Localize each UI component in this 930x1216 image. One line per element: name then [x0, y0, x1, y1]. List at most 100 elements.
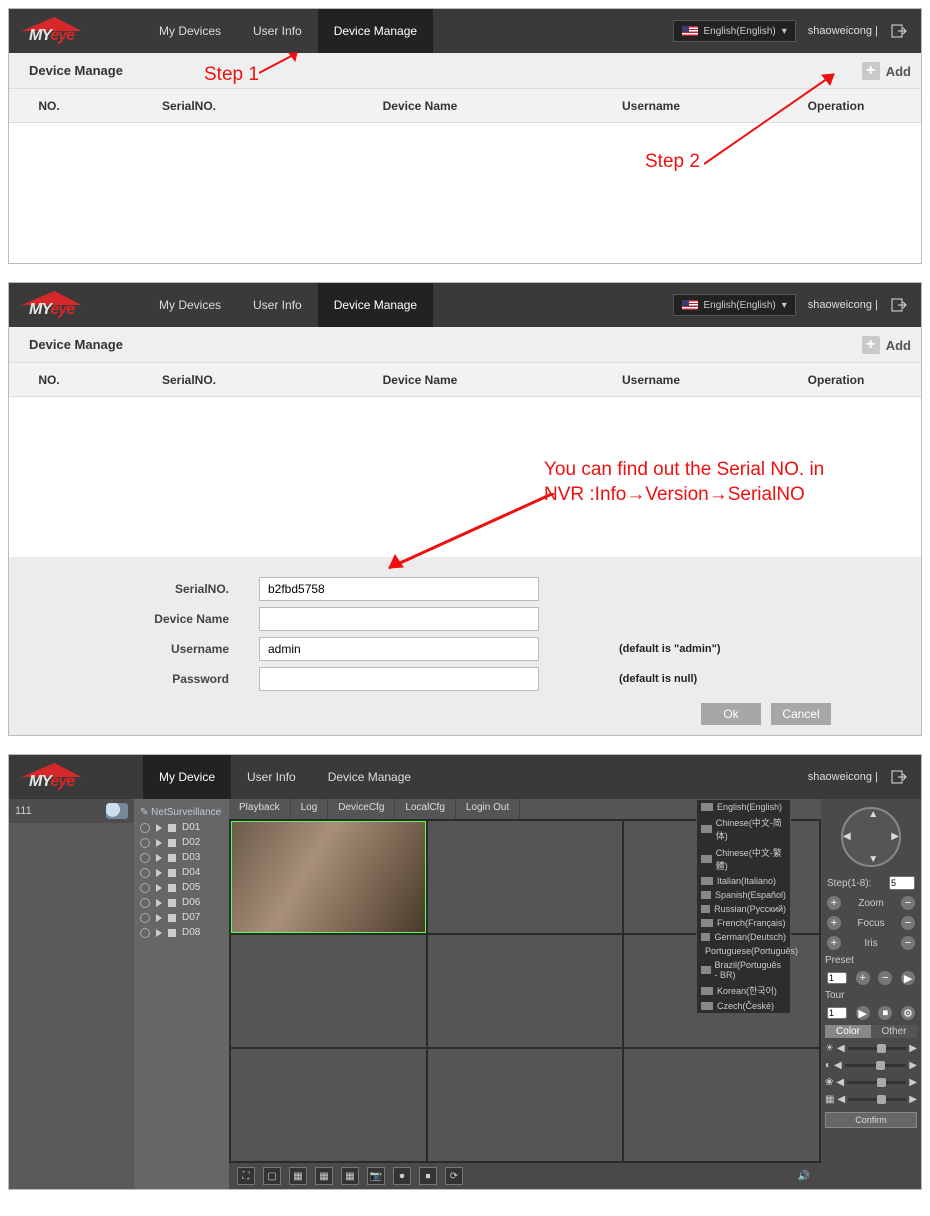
video-cell[interactable]	[624, 1049, 819, 1161]
label-username: Username	[9, 642, 259, 656]
layout-4-icon[interactable]: ▦	[289, 1167, 307, 1185]
record-all-icon[interactable]: ⏺	[393, 1167, 411, 1185]
nav-my-device[interactable]: My Device	[143, 755, 231, 799]
brand-logo: MYeye	[23, 291, 133, 319]
language-dropdown[interactable]: English(English) Chinese(中文-简体) Chinese(…	[696, 799, 791, 1014]
tab-other[interactable]: Other	[871, 1025, 917, 1038]
video-cell[interactable]	[231, 935, 426, 1047]
logout-icon[interactable]	[891, 298, 907, 312]
lang-item: Portuguese(Português)	[697, 944, 790, 958]
cancel-button[interactable]: Cancel	[771, 703, 831, 725]
netsurveillance-label: ✎ NetSurveillance	[140, 805, 223, 820]
lang-item: Chinese(中文-简体)	[697, 814, 790, 844]
tab-logout[interactable]: Login Out	[456, 799, 520, 819]
tab-localcfg[interactable]: LocalCfg	[395, 799, 455, 819]
tab-devicecfg[interactable]: DeviceCfg	[328, 799, 395, 819]
channel-row[interactable]: D02	[140, 835, 223, 850]
snapshot-icon[interactable]: 📷	[367, 1167, 385, 1185]
ok-button[interactable]: Ok	[701, 703, 761, 725]
flag-us-icon	[682, 300, 698, 310]
logout-icon[interactable]	[891, 770, 907, 784]
channel-row[interactable]: D08	[140, 925, 223, 940]
tab-color[interactable]: Color	[825, 1025, 871, 1038]
brightness-slider[interactable]: ☀◀▶	[825, 1042, 917, 1055]
language-label: English(English)	[704, 26, 776, 37]
language-selector[interactable]: English(English) ▾	[673, 294, 796, 316]
lang-item: Brazil(Português - BR)	[697, 958, 790, 982]
zoom-in-button[interactable]: +	[827, 896, 841, 910]
arrow-step2-icon	[704, 69, 854, 169]
layout-16-icon[interactable]: ▦	[341, 1167, 359, 1185]
bottom-toolbar: ⛶ ▢ ▦ ▦ ▦ 📷 ⏺ ⏹ ⟳ 🔊	[229, 1163, 821, 1189]
channel-row[interactable]: D05	[140, 880, 223, 895]
devicename-input[interactable]	[259, 607, 539, 631]
lang-item: German(Deutsch)	[697, 930, 790, 944]
hue-slider[interactable]: ▦◀▶	[825, 1093, 917, 1106]
layout-9-icon[interactable]: ▦	[315, 1167, 333, 1185]
channel-row[interactable]: D04	[140, 865, 223, 880]
plus-icon: +	[862, 336, 880, 354]
label-devicename: Device Name	[9, 612, 259, 626]
label-serial: SerialNO.	[9, 582, 259, 596]
preset-input[interactable]	[827, 972, 847, 984]
focus-out-button[interactable]: −	[901, 916, 915, 930]
saturation-slider[interactable]: ❀◀▶	[825, 1076, 917, 1089]
refresh-icon[interactable]: ⟳	[445, 1167, 463, 1185]
zoom-out-button[interactable]: −	[901, 896, 915, 910]
confirm-button[interactable]: Confirm	[825, 1112, 917, 1128]
lang-item: Czech(České)	[697, 999, 790, 1013]
tab-log[interactable]: Log	[291, 799, 329, 819]
add-button[interactable]: + Add	[862, 331, 911, 359]
table-header: NO. SerialNO. Device Name Username Opera…	[9, 363, 921, 397]
video-cell[interactable]	[231, 1049, 426, 1161]
username-input[interactable]	[259, 637, 539, 661]
channel-list: ✎ NetSurveillance D01 D02 D03 D04 D05 D0…	[134, 799, 229, 1189]
channel-row[interactable]: D01	[140, 820, 223, 835]
iris-close-button[interactable]: −	[901, 936, 915, 950]
channel-row[interactable]: D07	[140, 910, 223, 925]
nav-user-info[interactable]: User Info	[231, 755, 312, 799]
fullscreen-icon[interactable]: ⛶	[237, 1167, 255, 1185]
ptz-direction-pad[interactable]: ▲ ▼ ◀ ▶	[841, 807, 901, 867]
add-button[interactable]: + Add	[862, 57, 911, 85]
nav-my-devices[interactable]: My Devices	[143, 9, 237, 53]
page-title: Device Manage	[29, 337, 123, 352]
add-label: Add	[886, 64, 911, 79]
focus-in-button[interactable]: +	[827, 916, 841, 930]
tab-playback[interactable]: Playback	[229, 799, 291, 819]
stop-icon[interactable]: ⏹	[419, 1167, 437, 1185]
nav-device-manage[interactable]: Device Manage	[312, 755, 427, 799]
col-devicename: Device Name	[289, 99, 551, 113]
plus-icon: +	[862, 62, 880, 80]
nav-device-manage[interactable]: Device Manage	[318, 283, 433, 327]
nav-my-devices[interactable]: My Devices	[143, 283, 237, 327]
lang-item: Korean(한국어)	[697, 982, 790, 999]
language-selector[interactable]: English(English) ▾	[673, 20, 796, 42]
password-input[interactable]	[259, 667, 539, 691]
annotation-step1: Step 1	[204, 64, 259, 86]
ptz-step-input[interactable]	[889, 876, 915, 890]
layout-1-icon[interactable]: ▢	[263, 1167, 281, 1185]
video-cell[interactable]	[428, 821, 623, 933]
lang-item: Chinese(中文-繁體)	[697, 844, 790, 874]
volume-icon[interactable]: 🔊	[795, 1167, 813, 1185]
page-title: Device Manage	[29, 63, 123, 78]
nav-device-manage[interactable]: Device Manage	[318, 9, 433, 53]
sub-bar: Device Manage + Add	[9, 327, 921, 363]
contrast-slider[interactable]: ◐◀▶	[825, 1059, 917, 1072]
arrow-serial-icon	[379, 493, 559, 575]
video-cell[interactable]	[428, 1049, 623, 1161]
video-cell-live[interactable]	[231, 821, 426, 933]
channel-row[interactable]: D06	[140, 895, 223, 910]
nav-user-info[interactable]: User Info	[237, 283, 318, 327]
hint-password: (default is null)	[619, 673, 697, 685]
device-item[interactable]: 111	[9, 799, 134, 823]
logout-icon[interactable]	[891, 24, 907, 38]
top-bar-3: MYeye My Device User Info Device Manage …	[9, 755, 921, 799]
tour-input[interactable]	[827, 1007, 847, 1019]
serial-input[interactable]	[259, 577, 539, 601]
iris-open-button[interactable]: +	[827, 936, 841, 950]
channel-row[interactable]: D03	[140, 850, 223, 865]
video-cell[interactable]	[428, 935, 623, 1047]
annotation-serial-hint: You can find out the Serial NO. in NVR :…	[544, 458, 844, 507]
